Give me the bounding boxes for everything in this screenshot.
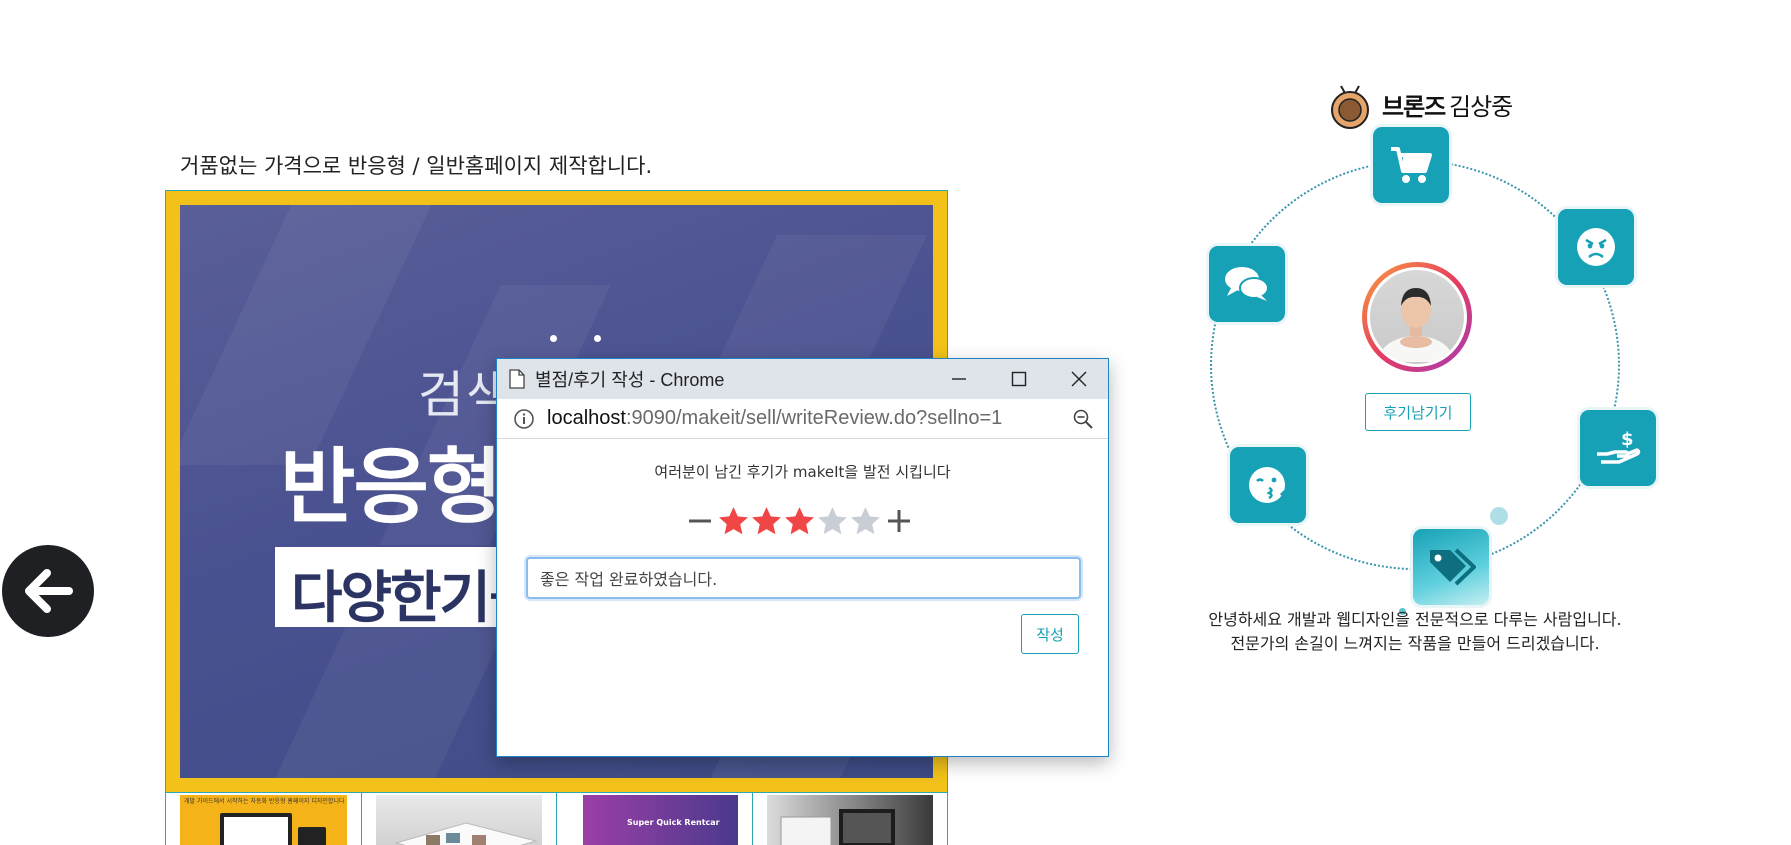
zoom-out-icon[interactable] [1072,408,1094,430]
maximize-button[interactable] [989,359,1049,399]
svg-text:$: $ [1621,429,1634,450]
increase-rating-button[interactable] [882,504,916,538]
review-prompt: 여러분이 남긴 후기가 makeIt을 발전 시킵니다 [654,463,951,481]
arrow-left-icon [25,569,73,613]
cart-button[interactable] [1373,127,1449,203]
price-tag-icon [1430,548,1476,586]
minimize-icon [952,378,966,380]
banner-headline: 반응형 [280,440,502,535]
tag-button[interactable] [1413,529,1489,605]
payment-button[interactable]: $ [1580,410,1656,486]
minimize-button[interactable] [929,359,989,399]
submit-review-button[interactable]: 작성 [1021,614,1079,654]
person-portrait-icon [1380,288,1452,364]
money-hand-icon: $ [1597,429,1641,464]
banner-dots [550,335,610,343]
window-title: 별점/후기 작성 - Chrome [535,370,725,390]
like-button[interactable] [1230,447,1306,523]
star-empty-icon[interactable] [816,505,849,538]
thumbnail-caption: 개발 가이드에서 시작하는 자동화 반응형 홈페이지 디자인합니다 [184,798,345,805]
cart-icon [1391,147,1432,183]
review-popup-window: 별점/후기 작성 - Chrome localhost:9090/makeit/… [496,358,1109,757]
maximize-icon [1011,371,1027,387]
angry-face-icon [1577,228,1615,266]
star-filled-icon[interactable] [717,505,750,538]
page-url[interactable]: localhost:9090/makeit/sell/writeReview.d… [547,407,1002,430]
chat-bubbles-icon [1225,267,1269,301]
seller-intro: 안녕하세요 개발과 웹디자인을 전문적으로 다루는 사람입니다. 전문가의 손길… [1170,608,1660,656]
minus-icon [689,519,711,523]
thumbnail[interactable] [360,792,557,845]
thumbnail[interactable] [751,792,948,845]
write-review-button[interactable]: 후기남기기 [1365,393,1471,431]
review-text-input[interactable] [526,557,1081,599]
address-bar[interactable]: localhost:9090/makeit/sell/writeReview.d… [497,399,1108,439]
star-empty-icon[interactable] [849,505,882,538]
stars-container [717,505,882,538]
bronze-medal-icon [1331,85,1369,129]
thumbnail-overlay-text: Super Quick Rentcar [627,818,720,827]
url-host: localhost [547,407,626,429]
seller-avatar[interactable] [1362,262,1472,372]
plus-icon [888,510,910,532]
info-icon[interactable] [513,408,535,430]
avatar-photo [1370,270,1464,364]
document-icon [509,369,525,389]
seller-intro-line: 전문가의 손길이 느껴지는 작품을 만들어 드리겠습니다. [1230,634,1600,653]
kiss-face-icon [1249,467,1287,503]
thumbnail[interactable]: 개발 가이드에서 시작하는 자동화 반응형 홈페이지 디자인합니다 [165,792,361,845]
back-button[interactable] [2,545,94,637]
review-form: 여러분이 남긴 후기가 makeIt을 발전 시킵니다 작성 [497,439,1108,756]
star-filled-icon[interactable] [750,505,783,538]
close-icon [1071,371,1087,387]
brochure-icon [393,822,538,845]
product-title: 거품없는 가격으로 반응형 / 일반홈페이지 제작합니다. [180,154,653,178]
thumbnail[interactable]: Super Quick Rentcar [556,792,752,845]
decrease-rating-button[interactable] [683,504,717,538]
complaint-button[interactable] [1558,209,1634,285]
thumbnail-strip: 개발 가이드에서 시작하는 자동화 반응형 홈페이지 디자인합니다 Super … [165,792,948,845]
page: 거품없는 가격으로 반응형 / 일반홈페이지 제작합니다. 검색 반응형 다양한… [0,0,1791,845]
url-path: :9090/makeit/sell/writeReview.do?sellno=… [625,407,1003,429]
window-titlebar[interactable]: 별점/후기 작성 - Chrome [497,359,1108,399]
star-filled-icon[interactable] [783,505,816,538]
device-mockup-icon [220,813,326,845]
screens-mockup-icon [780,809,895,845]
seller-name: 김상중 [1449,93,1513,121]
close-button[interactable] [1049,359,1109,399]
thumbnail-image [766,795,933,845]
avatar-frame [1367,267,1467,367]
star-rating [683,504,916,538]
seller-intro-line: 안녕하세요 개발과 웹디자인을 전문적으로 다루는 사람입니다. [1208,610,1622,629]
thumbnail-image [375,795,542,845]
seller-grade: 브론즈 [1382,93,1446,121]
chat-button[interactable] [1209,246,1285,322]
decoration-dot [1490,507,1508,525]
